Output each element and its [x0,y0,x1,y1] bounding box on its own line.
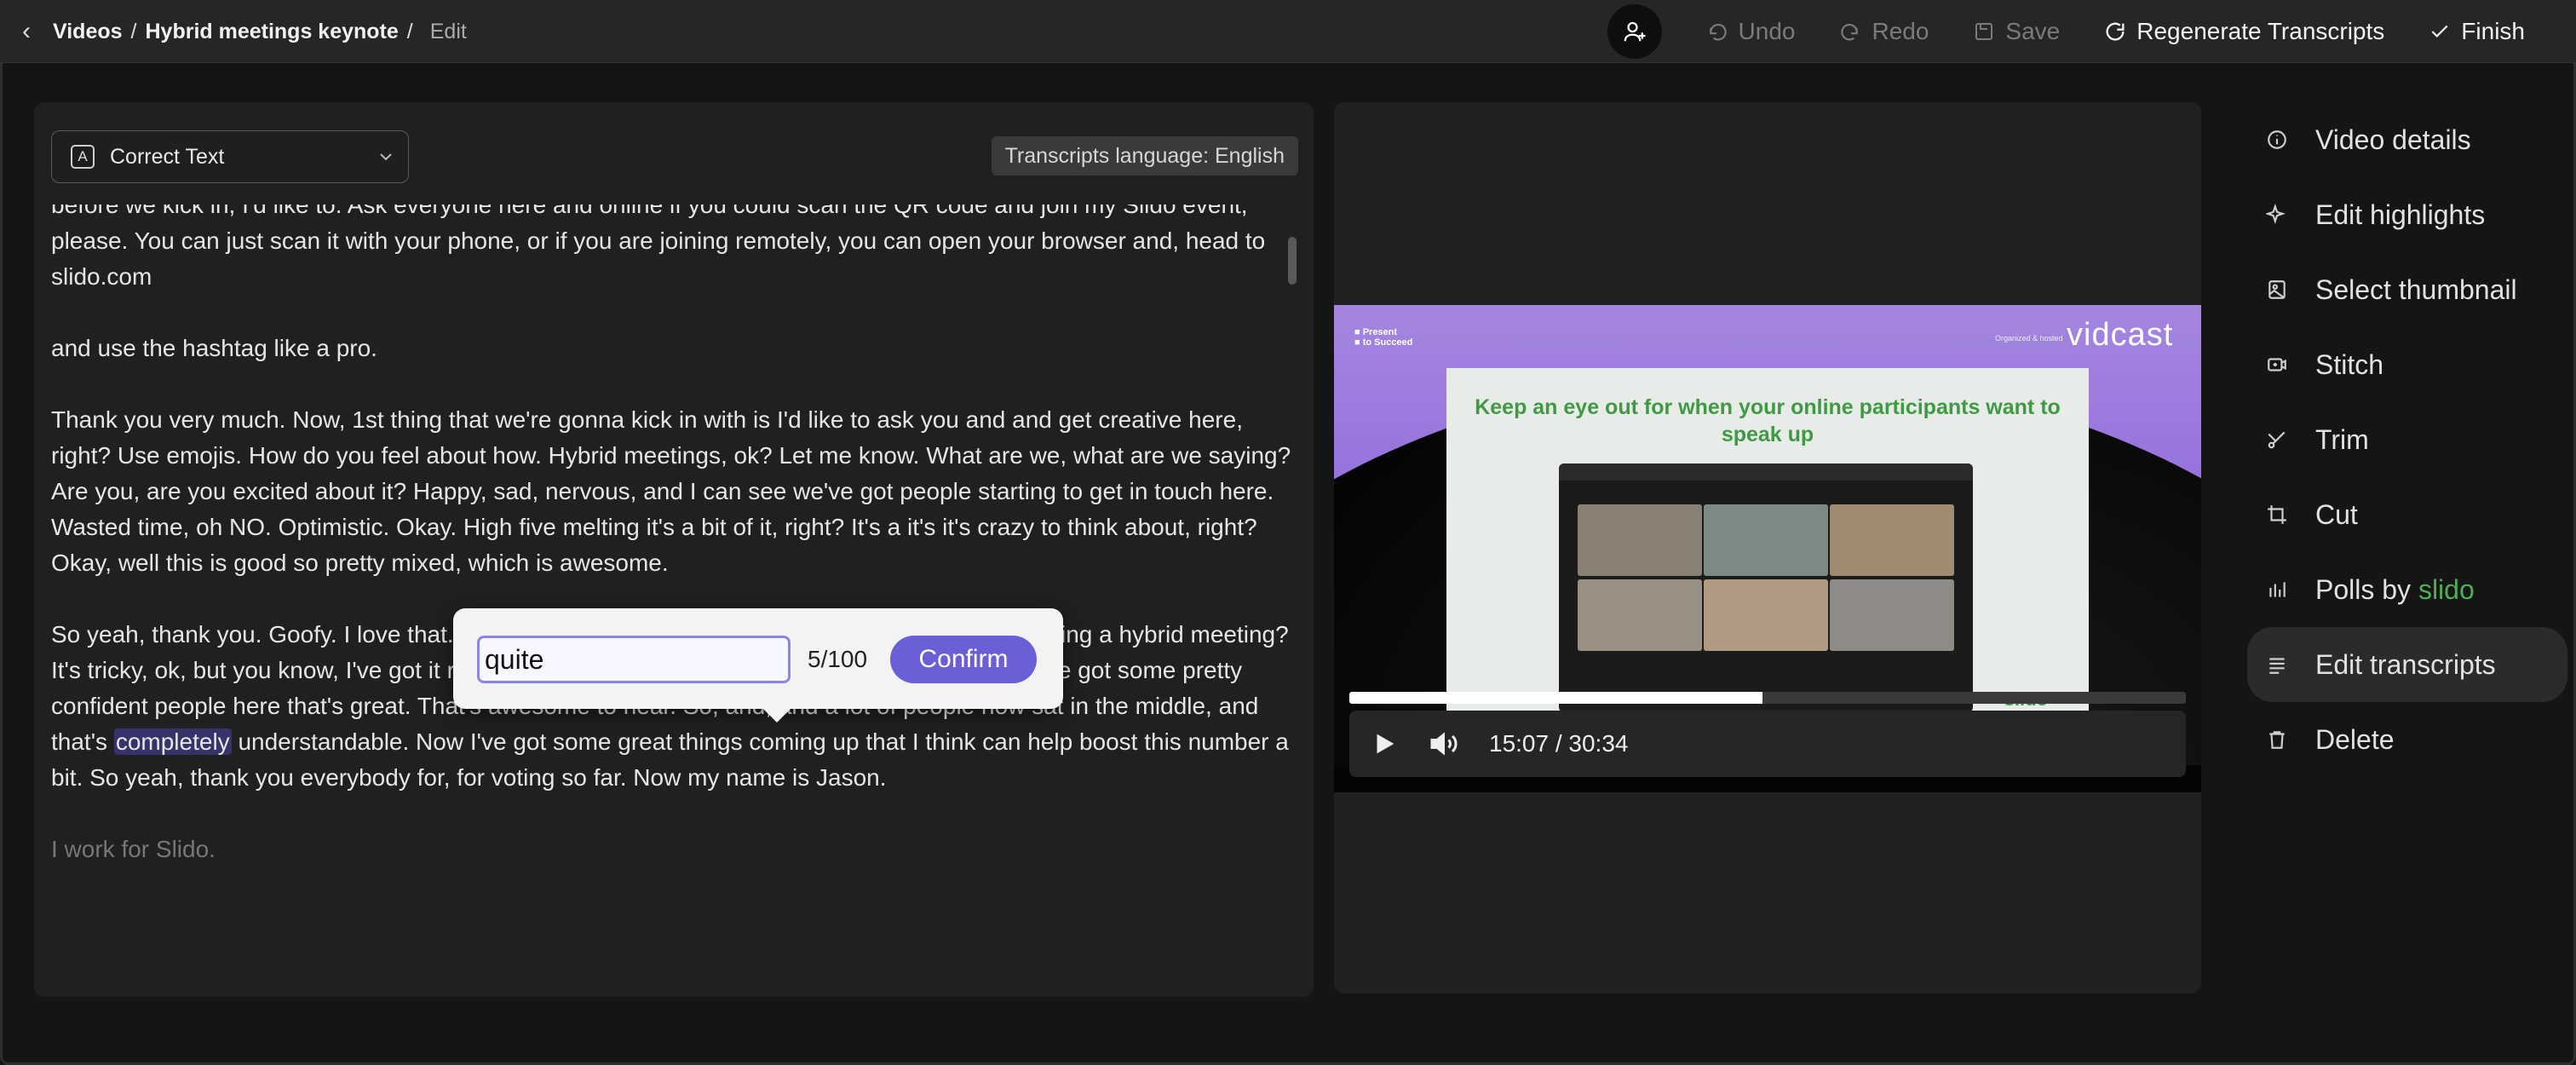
participant-tile [1578,504,1702,576]
transcript-paragraph[interactable]: Thank you very much. Now, 1st thing that… [51,402,1295,581]
paragraph-text: understandable. Now I've got some great … [51,728,1289,791]
menu-label: Delete [2315,723,2395,755]
info-icon [2263,129,2291,151]
undo-button[interactable]: Undo [1703,17,1796,46]
add-user-button[interactable] [1607,4,1662,59]
menu-cut[interactable]: Cut [2247,477,2567,552]
menu-trim[interactable]: Trim [2247,402,2567,477]
redo-label: Redo [1872,18,1929,44]
undo-label: Undo [1738,18,1796,44]
breadcrumb-videos[interactable]: Videos [53,20,123,44]
breadcrumb: ‹ Videos / Hybrid meetings keynote / Edi… [22,0,467,63]
video-call-screen [1559,463,1973,712]
video-progress-bar[interactable] [1349,692,2186,704]
menu-edit-transcripts[interactable]: Edit transcripts [2247,627,2567,702]
refresh-icon [2101,17,2130,46]
correction-popover: quite 5/100 Confirm [453,608,1063,722]
regenerate-label: Regenerate Transcripts [2136,18,2385,44]
selected-word[interactable]: completely [113,728,232,755]
video-controls: 15:07 / 30:34 [1349,711,2186,777]
participant-tile [1704,504,1828,576]
sparkle-icon [2263,204,2291,226]
menu-stitch[interactable]: Stitch [2247,327,2567,402]
transcript-editor: A Correct Text Transcripts language: Eng… [34,102,1314,997]
breadcrumb-video[interactable]: Hybrid meetings keynote [145,20,398,44]
finish-label: Finish [2461,18,2525,44]
participant-tile [1578,579,1702,651]
vidcast-logo: vidcast [2067,317,2174,353]
menu-polls-by-slido[interactable]: Polls by slido [2247,552,2567,627]
play-icon[interactable] [1370,729,1399,758]
menu-video-details[interactable]: Video details [2247,102,2567,177]
menu-label: Edit highlights [2315,199,2486,230]
redo-button[interactable]: Redo [1836,17,1929,46]
menu-label: Stitch [2315,348,2384,380]
menu-edit-highlights[interactable]: Edit highlights [2247,177,2567,252]
call-title-bar [1559,463,1973,481]
transcript-paragraph[interactable]: before we kick in, I'd like to. Ask ever… [51,204,1295,295]
save-icon [1969,17,1998,46]
check-icon [2425,17,2454,46]
menu-label: Cut [2315,498,2358,530]
edit-menu: Video details Edit highlights Select thu… [2247,102,2576,777]
mode-label: Correct Text [110,144,225,169]
scrollbar[interactable] [1288,237,1297,285]
transcript-text[interactable]: before we kick in, I'd like to. Ask ever… [51,204,1295,988]
crop-icon [2263,504,2291,526]
transcript-paragraph[interactable]: and use the hashtag like a pro. [51,331,1295,366]
menu-label: Polls by [2315,573,2418,605]
regenerate-transcripts-button[interactable]: Regenerate Transcripts [2101,17,2384,46]
add-user-icon [1624,21,1646,42]
transcript-paragraph[interactable]: I work for Slido. [51,832,1295,867]
text-mode-icon: A [71,145,95,169]
undo-icon [1703,17,1732,46]
lines-icon [2263,653,2291,676]
mode-select[interactable]: A Correct Text [51,130,409,183]
transcript-language-badge: Transcripts language: English [991,136,1298,176]
chevron-down-icon [376,147,396,167]
slido-brand-text: slido [2418,573,2475,605]
confirm-button[interactable]: Confirm [890,636,1037,683]
stitch-icon [2263,354,2291,376]
video-player[interactable]: ■ Present ■ to Succeed Organized & hosted… [1334,305,2201,792]
slide-title: Keep an eye out for when your online par… [1475,395,2061,446]
present-to-succeed-logo: ■ Present ■ to Succeed [1354,327,1413,348]
menu-label: Edit transcripts [2315,648,2496,680]
save-button[interactable]: Save [1969,17,2060,46]
video-progress-fill [1349,692,1763,704]
menu-select-thumbnail[interactable]: Select thumbnail [2247,252,2567,327]
menu-label: Trim [2315,423,2369,455]
save-label: Save [2005,18,2061,44]
image-icon [2263,279,2291,301]
participant-tile [1704,579,1828,651]
breadcrumb-separator: / [406,19,413,43]
participant-tile [1830,579,1954,651]
trash-icon [2263,728,2291,751]
toolbar: Undo Redo Save Regenerate Transcripts Fi… [1607,0,2525,63]
volume-icon[interactable] [1428,728,1462,759]
redo-icon [1836,17,1865,46]
menu-label: Select thumbnail [2315,273,2517,305]
breadcrumb-separator: / [130,19,137,43]
top-bar: ‹ Videos / Hybrid meetings keynote / Edi… [0,0,2576,63]
menu-label: Video details [2315,124,2471,155]
video-time: 15:07 / 30:34 [1489,730,1629,757]
poll-icon [2263,579,2291,601]
finish-button[interactable]: Finish [2425,17,2525,46]
chevron-left-icon[interactable]: ‹ [22,17,48,46]
organizer-text: Organized & hosted [1995,334,2063,343]
correction-input[interactable]: quite [477,636,791,683]
presentation-slide: Keep an eye out for when your online par… [1446,368,2089,712]
scissors-icon [2263,429,2291,451]
breadcrumb-current: Edit [429,19,467,43]
participant-tile [1830,504,1954,576]
menu-delete[interactable]: Delete [2247,702,2567,777]
character-counter: 5/100 [808,646,868,672]
